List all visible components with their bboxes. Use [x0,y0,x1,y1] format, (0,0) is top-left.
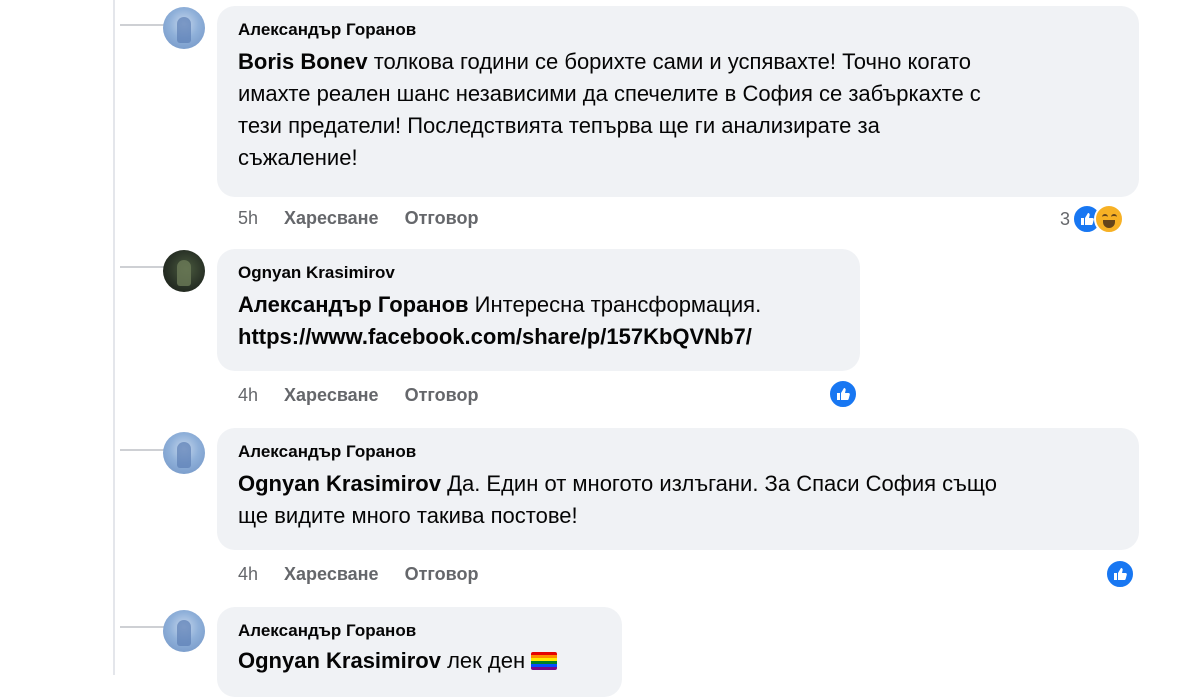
comment-bubble: Александър Горанов Ognyan Krasimirov лек… [217,607,622,697]
thread-border [113,0,115,675]
avatar[interactable] [163,7,205,49]
like-button[interactable]: Харесване [284,564,379,585]
reply-button[interactable]: Отговор [405,208,479,229]
thread-connector [120,449,164,451]
reaction-count: 3 [1060,208,1071,229]
mention-link[interactable]: Boris Bonev [238,49,368,74]
comment-actions: 4h Харесване Отговор [238,564,478,585]
comment-actions: 4h Харесване Отговор [238,385,478,406]
reply-button[interactable]: Отговор [405,385,479,406]
mention-link[interactable]: Ognyan Krasimirov [238,648,441,673]
like-button[interactable]: Харесване [284,385,379,406]
comment-text: Boris Bonev толкова години се борихте са… [238,49,981,170]
comment-actions: 5h Харесване Отговор [238,208,478,229]
comment-bubble: Ognyan Krasimirov Александър Горанов Инт… [217,249,860,371]
url-link[interactable]: https://www.facebook.com/share/p/157KbQV… [238,324,752,349]
comment-author[interactable]: Александър Горанов [238,18,1119,42]
mention-link[interactable]: Ognyan Krasimirov [238,471,441,496]
avatar[interactable] [163,250,205,292]
comment-bubble: Александър Горанов Ognyan Krasimirov Да.… [217,428,1139,550]
avatar[interactable] [163,432,205,474]
reaction-summary[interactable]: 3 [1060,204,1125,234]
rainbow-flag-icon [531,652,558,670]
reaction-summary[interactable] [1105,559,1135,589]
comment-author[interactable]: Александър Горанов [238,619,602,643]
reply-button[interactable]: Отговор [405,564,479,585]
comment-text: Ognyan Krasimirov лек ден [238,645,602,677]
comment-time[interactable]: 4h [238,564,258,585]
comment-time[interactable]: 4h [238,385,258,406]
thread-connector [120,266,164,268]
thread-connector [120,626,164,628]
comment-time[interactable]: 5h [238,208,258,229]
like-button[interactable]: Харесване [284,208,379,229]
like-icon [1105,559,1135,589]
comment-bubble: Александър Горанов Boris Bonev толкова г… [217,6,1139,197]
comment-text: Ognyan Krasimirov Да. Един от многото из… [238,471,998,528]
comment-author[interactable]: Ognyan Krasimirov [238,261,840,285]
reaction-summary[interactable] [828,379,858,409]
thread-connector [120,24,164,26]
avatar[interactable] [163,610,205,652]
comment-author[interactable]: Александър Горанов [238,440,1119,464]
comment-text: Александър Горанов Интересна трансформац… [238,292,762,349]
like-icon [828,379,858,409]
haha-icon [1094,204,1125,234]
mention-link[interactable]: Александър Горанов [238,292,469,317]
